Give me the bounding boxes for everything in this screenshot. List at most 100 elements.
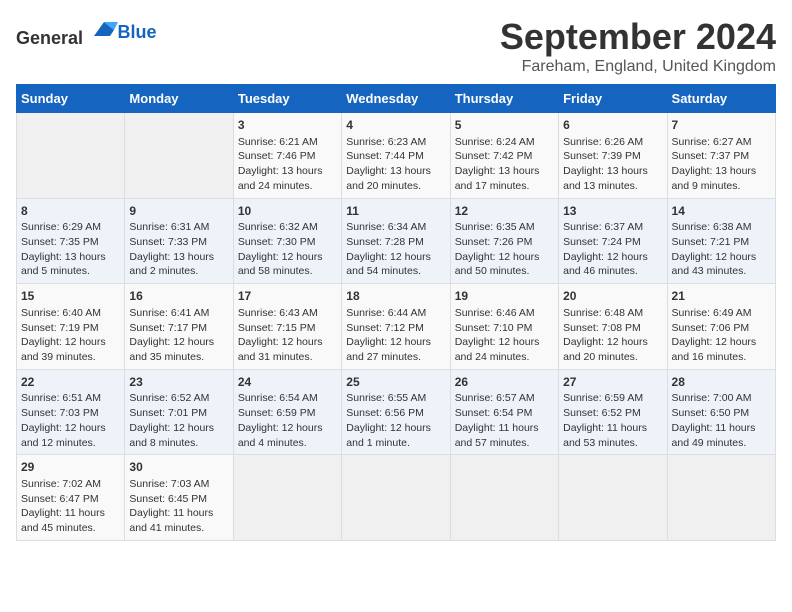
main-title: September 2024 — [500, 16, 776, 58]
calendar-cell: 13Sunrise: 6:37 AMSunset: 7:24 PMDayligh… — [559, 198, 667, 284]
cell-content: Sunrise: 6:24 AMSunset: 7:42 PMDaylight:… — [455, 135, 554, 194]
day-number: 9 — [129, 203, 228, 220]
calendar-week-2: 8Sunrise: 6:29 AMSunset: 7:35 PMDaylight… — [17, 198, 776, 284]
calendar-cell: 19Sunrise: 6:46 AMSunset: 7:10 PMDayligh… — [450, 284, 558, 370]
day-number: 8 — [21, 203, 120, 220]
calendar-header-wednesday: Wednesday — [342, 85, 450, 113]
calendar-cell: 4Sunrise: 6:23 AMSunset: 7:44 PMDaylight… — [342, 113, 450, 199]
cell-content: Sunrise: 6:43 AMSunset: 7:15 PMDaylight:… — [238, 306, 337, 365]
logo-blue-text: Blue — [118, 22, 157, 42]
day-number: 3 — [238, 117, 337, 134]
logo: General Blue — [16, 16, 157, 49]
cell-content: Sunrise: 6:21 AMSunset: 7:46 PMDaylight:… — [238, 135, 337, 194]
cell-content: Sunrise: 6:34 AMSunset: 7:28 PMDaylight:… — [346, 220, 445, 279]
cell-content: Sunrise: 6:54 AMSunset: 6:59 PMDaylight:… — [238, 391, 337, 450]
cell-content: Sunrise: 6:37 AMSunset: 7:24 PMDaylight:… — [563, 220, 662, 279]
calendar-header-tuesday: Tuesday — [233, 85, 341, 113]
calendar-cell — [667, 455, 775, 541]
calendar-cell: 30Sunrise: 7:03 AMSunset: 6:45 PMDayligh… — [125, 455, 233, 541]
cell-content: Sunrise: 7:02 AMSunset: 6:47 PMDaylight:… — [21, 477, 120, 536]
day-number: 21 — [672, 288, 771, 305]
calendar-cell — [233, 455, 341, 541]
cell-content: Sunrise: 6:49 AMSunset: 7:06 PMDaylight:… — [672, 306, 771, 365]
day-number: 6 — [563, 117, 662, 134]
calendar-week-3: 15Sunrise: 6:40 AMSunset: 7:19 PMDayligh… — [17, 284, 776, 370]
calendar-cell: 3Sunrise: 6:21 AMSunset: 7:46 PMDaylight… — [233, 113, 341, 199]
day-number: 12 — [455, 203, 554, 220]
calendar-header-row: SundayMondayTuesdayWednesdayThursdayFrid… — [17, 85, 776, 113]
cell-content: Sunrise: 6:38 AMSunset: 7:21 PMDaylight:… — [672, 220, 771, 279]
day-number: 30 — [129, 459, 228, 476]
calendar-cell: 14Sunrise: 6:38 AMSunset: 7:21 PMDayligh… — [667, 198, 775, 284]
cell-content: Sunrise: 6:27 AMSunset: 7:37 PMDaylight:… — [672, 135, 771, 194]
cell-content: Sunrise: 6:48 AMSunset: 7:08 PMDaylight:… — [563, 306, 662, 365]
cell-content: Sunrise: 7:03 AMSunset: 6:45 PMDaylight:… — [129, 477, 228, 536]
cell-content: Sunrise: 6:52 AMSunset: 7:01 PMDaylight:… — [129, 391, 228, 450]
calendar-cell — [17, 113, 125, 199]
subtitle: Fareham, England, United Kingdom — [500, 58, 776, 76]
day-number: 23 — [129, 374, 228, 391]
day-number: 29 — [21, 459, 120, 476]
day-number: 20 — [563, 288, 662, 305]
day-number: 18 — [346, 288, 445, 305]
calendar-week-5: 29Sunrise: 7:02 AMSunset: 6:47 PMDayligh… — [17, 455, 776, 541]
day-number: 15 — [21, 288, 120, 305]
calendar-cell: 7Sunrise: 6:27 AMSunset: 7:37 PMDaylight… — [667, 113, 775, 199]
calendar-cell: 21Sunrise: 6:49 AMSunset: 7:06 PMDayligh… — [667, 284, 775, 370]
calendar-cell: 25Sunrise: 6:55 AMSunset: 6:56 PMDayligh… — [342, 369, 450, 455]
logo-icon — [90, 16, 118, 44]
calendar-cell — [125, 113, 233, 199]
day-number: 13 — [563, 203, 662, 220]
day-number: 26 — [455, 374, 554, 391]
day-number: 16 — [129, 288, 228, 305]
title-block: September 2024 Fareham, England, United … — [500, 16, 776, 76]
calendar-header-saturday: Saturday — [667, 85, 775, 113]
calendar-cell: 24Sunrise: 6:54 AMSunset: 6:59 PMDayligh… — [233, 369, 341, 455]
calendar-week-1: 3Sunrise: 6:21 AMSunset: 7:46 PMDaylight… — [17, 113, 776, 199]
day-number: 25 — [346, 374, 445, 391]
cell-content: Sunrise: 6:55 AMSunset: 6:56 PMDaylight:… — [346, 391, 445, 450]
calendar-cell: 15Sunrise: 6:40 AMSunset: 7:19 PMDayligh… — [17, 284, 125, 370]
cell-content: Sunrise: 6:59 AMSunset: 6:52 PMDaylight:… — [563, 391, 662, 450]
cell-content: Sunrise: 6:51 AMSunset: 7:03 PMDaylight:… — [21, 391, 120, 450]
day-number: 10 — [238, 203, 337, 220]
cell-content: Sunrise: 6:23 AMSunset: 7:44 PMDaylight:… — [346, 135, 445, 194]
cell-content: Sunrise: 6:40 AMSunset: 7:19 PMDaylight:… — [21, 306, 120, 365]
header: General Blue September 2024 Fareham, Eng… — [16, 16, 776, 76]
day-number: 27 — [563, 374, 662, 391]
calendar-cell: 12Sunrise: 6:35 AMSunset: 7:26 PMDayligh… — [450, 198, 558, 284]
calendar-cell: 6Sunrise: 6:26 AMSunset: 7:39 PMDaylight… — [559, 113, 667, 199]
calendar-cell: 26Sunrise: 6:57 AMSunset: 6:54 PMDayligh… — [450, 369, 558, 455]
calendar-header-monday: Monday — [125, 85, 233, 113]
cell-content: Sunrise: 7:00 AMSunset: 6:50 PMDaylight:… — [672, 391, 771, 450]
cell-content: Sunrise: 6:29 AMSunset: 7:35 PMDaylight:… — [21, 220, 120, 279]
cell-content: Sunrise: 6:26 AMSunset: 7:39 PMDaylight:… — [563, 135, 662, 194]
calendar-cell — [559, 455, 667, 541]
cell-content: Sunrise: 6:57 AMSunset: 6:54 PMDaylight:… — [455, 391, 554, 450]
calendar-header-thursday: Thursday — [450, 85, 558, 113]
day-number: 4 — [346, 117, 445, 134]
calendar-cell: 16Sunrise: 6:41 AMSunset: 7:17 PMDayligh… — [125, 284, 233, 370]
calendar-header-sunday: Sunday — [17, 85, 125, 113]
calendar-week-4: 22Sunrise: 6:51 AMSunset: 7:03 PMDayligh… — [17, 369, 776, 455]
calendar-cell: 8Sunrise: 6:29 AMSunset: 7:35 PMDaylight… — [17, 198, 125, 284]
calendar-table: SundayMondayTuesdayWednesdayThursdayFrid… — [16, 84, 776, 541]
day-number: 17 — [238, 288, 337, 305]
cell-content: Sunrise: 6:32 AMSunset: 7:30 PMDaylight:… — [238, 220, 337, 279]
calendar-cell: 28Sunrise: 7:00 AMSunset: 6:50 PMDayligh… — [667, 369, 775, 455]
cell-content: Sunrise: 6:41 AMSunset: 7:17 PMDaylight:… — [129, 306, 228, 365]
calendar-cell — [342, 455, 450, 541]
calendar-cell: 9Sunrise: 6:31 AMSunset: 7:33 PMDaylight… — [125, 198, 233, 284]
logo-general-text: General — [16, 28, 83, 48]
calendar-cell: 27Sunrise: 6:59 AMSunset: 6:52 PMDayligh… — [559, 369, 667, 455]
cell-content: Sunrise: 6:46 AMSunset: 7:10 PMDaylight:… — [455, 306, 554, 365]
calendar-cell: 11Sunrise: 6:34 AMSunset: 7:28 PMDayligh… — [342, 198, 450, 284]
calendar-cell: 17Sunrise: 6:43 AMSunset: 7:15 PMDayligh… — [233, 284, 341, 370]
calendar-body: 3Sunrise: 6:21 AMSunset: 7:46 PMDaylight… — [17, 113, 776, 541]
day-number: 7 — [672, 117, 771, 134]
calendar-cell: 20Sunrise: 6:48 AMSunset: 7:08 PMDayligh… — [559, 284, 667, 370]
calendar-cell: 10Sunrise: 6:32 AMSunset: 7:30 PMDayligh… — [233, 198, 341, 284]
cell-content: Sunrise: 6:31 AMSunset: 7:33 PMDaylight:… — [129, 220, 228, 279]
day-number: 24 — [238, 374, 337, 391]
calendar-cell — [450, 455, 558, 541]
